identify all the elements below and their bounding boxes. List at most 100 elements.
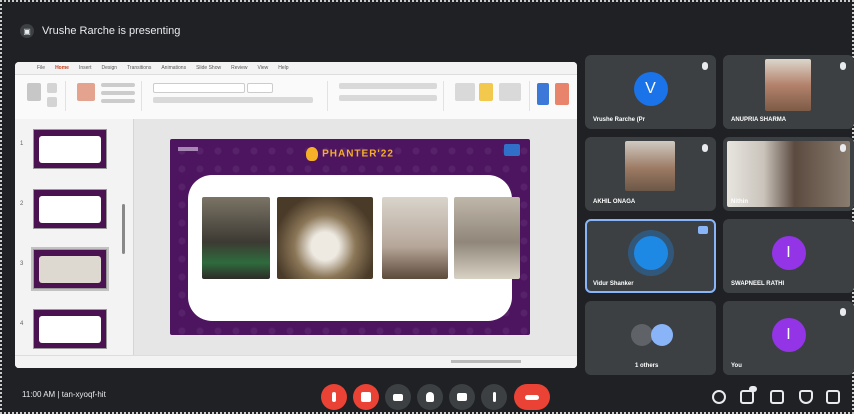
tab-insert[interactable]: Insert (79, 65, 92, 71)
ribbon-tabs: File Home Insert Design Transitions Anim… (15, 62, 577, 75)
reset-icon[interactable] (101, 91, 135, 95)
camera-toggle-button[interactable] (353, 384, 379, 410)
present-screen-icon: ▣ (20, 24, 34, 38)
participant-name: Vrushe Rarche (Pr (593, 117, 646, 123)
slide-brand-header: PHANTER'22 (170, 147, 530, 161)
mic-toggle-button[interactable] (321, 384, 347, 410)
font-format-icons[interactable] (153, 97, 313, 103)
paste-icon[interactable] (27, 83, 41, 101)
cut-icon[interactable] (47, 83, 57, 93)
slide-thumbnail-2[interactable] (33, 189, 107, 229)
hang-up-icon (525, 394, 539, 400)
presenting-banner: ▣ Vrushe Rarche is presenting (20, 22, 180, 40)
thumb-number-2: 2 (20, 201, 24, 207)
font-group (147, 81, 328, 111)
new-slide-icon[interactable] (77, 83, 95, 101)
participant-tile-others[interactable]: 1 others (585, 301, 716, 375)
slide-thumbnails: 1 2 3 4 (15, 119, 134, 368)
slide-thumbnail-4[interactable] (33, 309, 107, 349)
tab-home[interactable]: Home (55, 65, 69, 71)
status-bar (15, 355, 577, 368)
participant-tile-speaking[interactable]: Vidur Shanker (585, 219, 716, 293)
participant-name: You (731, 363, 742, 369)
tab-view[interactable]: View (258, 65, 269, 71)
participant-tile[interactable]: AKHIL ONAGA (585, 137, 716, 211)
tab-animations[interactable]: Animations (161, 65, 186, 71)
dictate-icon[interactable] (537, 83, 549, 105)
captions-button[interactable] (385, 384, 411, 410)
thumb-number-4: 4 (20, 321, 24, 327)
slides-group (71, 81, 142, 111)
mic-off-icon (332, 392, 336, 402)
list-icons[interactable] (339, 83, 437, 89)
speaking-indicator-icon (698, 226, 708, 234)
layout-icon[interactable] (101, 83, 135, 87)
slide-photo-card (188, 175, 520, 321)
participant-count-badge (749, 386, 757, 392)
designer-icon[interactable] (555, 83, 569, 105)
photo-1 (202, 197, 270, 279)
participant-name: AKHIL ONAGA (593, 199, 636, 205)
activities-icon[interactable] (799, 390, 813, 404)
present-button[interactable] (449, 384, 475, 410)
mic-off-icon (702, 62, 708, 70)
tab-file[interactable]: File (37, 65, 45, 71)
shapes-icon[interactable] (455, 83, 475, 101)
section-icon[interactable] (101, 99, 135, 103)
copy-icon[interactable] (47, 97, 57, 107)
participant-name: ANUPRIA SHARMA (731, 117, 787, 123)
participant-video (727, 141, 850, 207)
leave-call-button[interactable] (514, 384, 550, 410)
lightbulb-icon (306, 147, 319, 161)
shared-screen: File Home Insert Design Transitions Anim… (15, 62, 577, 368)
participant-tile[interactable]: V Vrushe Rarche (Pr (585, 55, 716, 129)
tab-help[interactable]: Help (278, 65, 288, 71)
arrange-icon[interactable] (499, 83, 521, 101)
mic-off-icon (840, 308, 846, 316)
participant-name: Nithin (731, 199, 748, 205)
slide-thumbnail-1[interactable] (33, 129, 107, 169)
more-vert-icon (492, 392, 496, 402)
info-icon[interactable] (712, 390, 726, 404)
thumb-number-3: 3 (20, 261, 24, 267)
chat-icon[interactable] (770, 390, 784, 404)
participant-name: SWAPNEEL RATHI (731, 281, 785, 287)
participant-tile[interactable]: Nithin (723, 137, 854, 211)
captions-icon (393, 393, 403, 401)
font-size-box[interactable] (247, 83, 273, 93)
slide-canvas[interactable]: PHANTER'22 (170, 139, 530, 335)
participant-tile[interactable]: I You (723, 301, 854, 375)
camera-off-icon (361, 392, 371, 402)
slide-badge-icon (504, 144, 520, 156)
people-icon[interactable] (740, 390, 754, 404)
avatar (650, 324, 673, 346)
tab-transitions[interactable]: Transitions (127, 65, 151, 71)
zoom-slider[interactable] (451, 360, 521, 363)
slide-thumbnail-3[interactable] (31, 247, 109, 291)
clipboard-group (21, 81, 66, 111)
tab-slide-show[interactable]: Slide Show (196, 65, 221, 71)
more-options-button[interactable] (481, 384, 507, 410)
raise-hand-button[interactable] (417, 384, 443, 410)
host-controls-icon[interactable] (826, 390, 840, 404)
thumb-number-1: 1 (20, 141, 24, 147)
font-name-box[interactable] (153, 83, 245, 93)
ribbon-toolbar (15, 75, 577, 120)
present-icon (457, 393, 467, 401)
tab-design[interactable]: Design (101, 65, 117, 71)
mic-off-icon (840, 62, 846, 70)
tab-review[interactable]: Review (231, 65, 247, 71)
mic-off-icon (840, 144, 846, 152)
slide-brand-text: PHANTER'22 (322, 148, 394, 160)
thumbnail-scrollbar[interactable] (122, 204, 125, 254)
avatar: I (771, 318, 806, 352)
participant-tile[interactable]: I SWAPNEEL RATHI (723, 219, 854, 293)
avatar (633, 236, 668, 270)
participant-video (765, 59, 811, 111)
avatar: V (633, 72, 668, 106)
participant-tile[interactable]: ANUPRIA SHARMA (723, 55, 854, 129)
meeting-time: 11:00 AM (22, 390, 56, 399)
photo-4 (454, 197, 520, 279)
quick-styles-icon[interactable] (479, 83, 493, 101)
align-icons[interactable] (339, 95, 437, 101)
